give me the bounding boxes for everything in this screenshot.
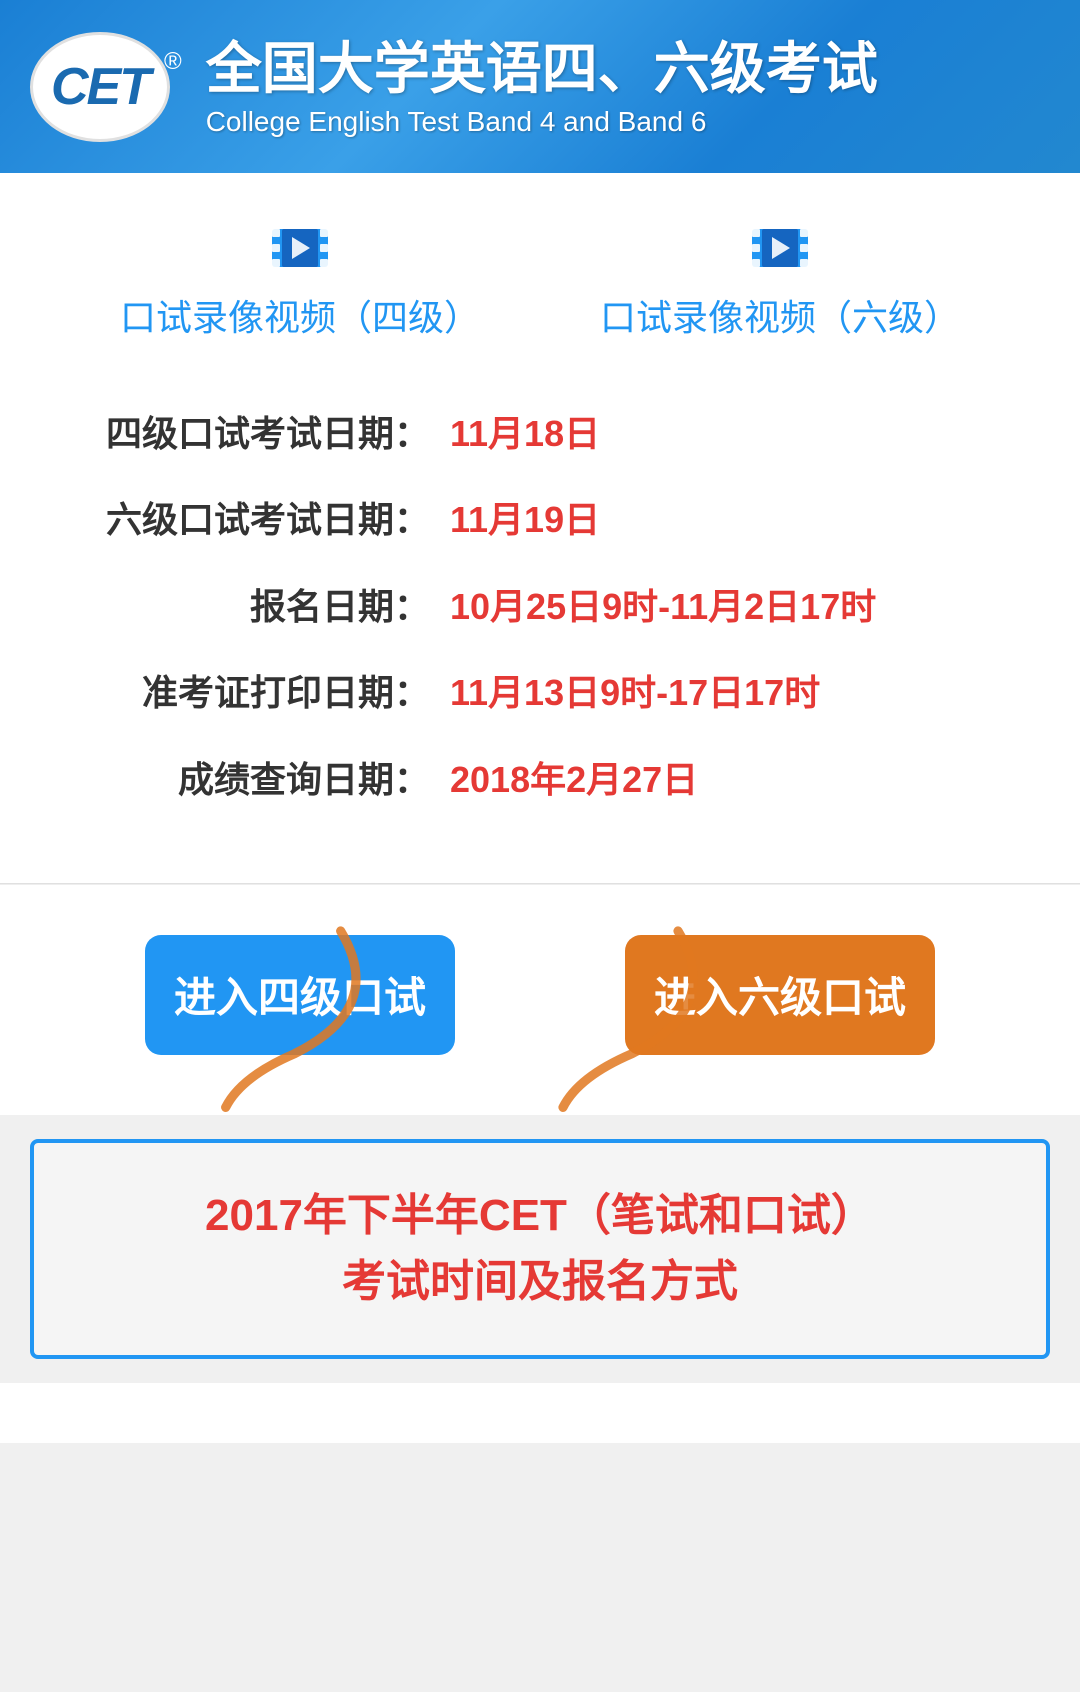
cet-logo: CET ® <box>30 32 182 142</box>
info-table: 四级口试考试日期：11月18日六级口试考试日期：11月19日报名日期：10月25… <box>60 391 1020 823</box>
info-value-1: 11月19日 <box>440 477 1020 563</box>
video-icon-6 <box>750 223 810 273</box>
info-value-3: 11月13日9时-17日17时 <box>440 650 1020 736</box>
header-title-en: College English Test Band 4 and Band 6 <box>206 106 878 138</box>
registered-mark: ® <box>164 48 182 76</box>
info-value-2: 10月25日9时-11月2日17时 <box>440 564 1020 650</box>
info-label-2: 报名日期： <box>60 564 440 650</box>
main-content: 口试录像视频（四级） 口试录像视频（六级） 四级口试考 <box>0 173 1080 883</box>
video-link-item-4[interactable]: 口试录像视频（四级） <box>120 223 480 341</box>
enter-level6-button[interactable]: 进入六级口试 <box>625 935 935 1055</box>
info-row: 四级口试考试日期：11月18日 <box>60 391 1020 477</box>
info-value-0: 11月18日 <box>440 391 1020 477</box>
info-label-1: 六级口试考试日期： <box>60 477 440 563</box>
bottom-white-space <box>0 1383 1080 1443</box>
bottom-card[interactable]: 2017年下半年CET（笔试和口试） 考试时间及报名方式 <box>30 1139 1050 1359</box>
cet-oval: CET <box>30 32 170 142</box>
video-link-item-6[interactable]: 口试录像视频（六级） <box>600 223 960 341</box>
video-links-row: 口试录像视频（四级） 口试录像视频（六级） <box>60 223 1020 341</box>
info-row: 六级口试考试日期：11月19日 <box>60 477 1020 563</box>
video-link-label-6: 口试录像视频（六级） <box>600 289 960 341</box>
video-link-label-4: 口试录像视频（四级） <box>120 289 480 341</box>
header-banner: CET ® 全国大学英语四、六级考试 College English Test … <box>0 0 1080 173</box>
video-icon-4 <box>270 223 330 273</box>
info-value-4: 2018年2月27日 <box>440 737 1020 823</box>
cet-logo-text: CET <box>51 57 149 117</box>
header-title-cn: 全国大学英语四、六级考试 <box>206 35 878 102</box>
info-label-4: 成绩查询日期： <box>60 737 440 823</box>
info-label-0: 四级口试考试日期： <box>60 391 440 477</box>
bottom-card-line1: 2017年下半年CET（笔试和口试） <box>64 1183 1016 1249</box>
info-row: 成绩查询日期：2018年2月27日 <box>60 737 1020 823</box>
info-row: 报名日期：10月25日9时-11月2日17时 <box>60 564 1020 650</box>
buttons-section: 进入四级口试 进入六级口试 <box>0 884 1080 1115</box>
info-row: 准考证打印日期：11月13日9时-17日17时 <box>60 650 1020 736</box>
bottom-card-line2: 考试时间及报名方式 <box>64 1249 1016 1315</box>
enter-level4-button[interactable]: 进入四级口试 <box>145 935 455 1055</box>
info-label-3: 准考证打印日期： <box>60 650 440 736</box>
header-text-block: 全国大学英语四、六级考试 College English Test Band 4… <box>206 35 878 138</box>
